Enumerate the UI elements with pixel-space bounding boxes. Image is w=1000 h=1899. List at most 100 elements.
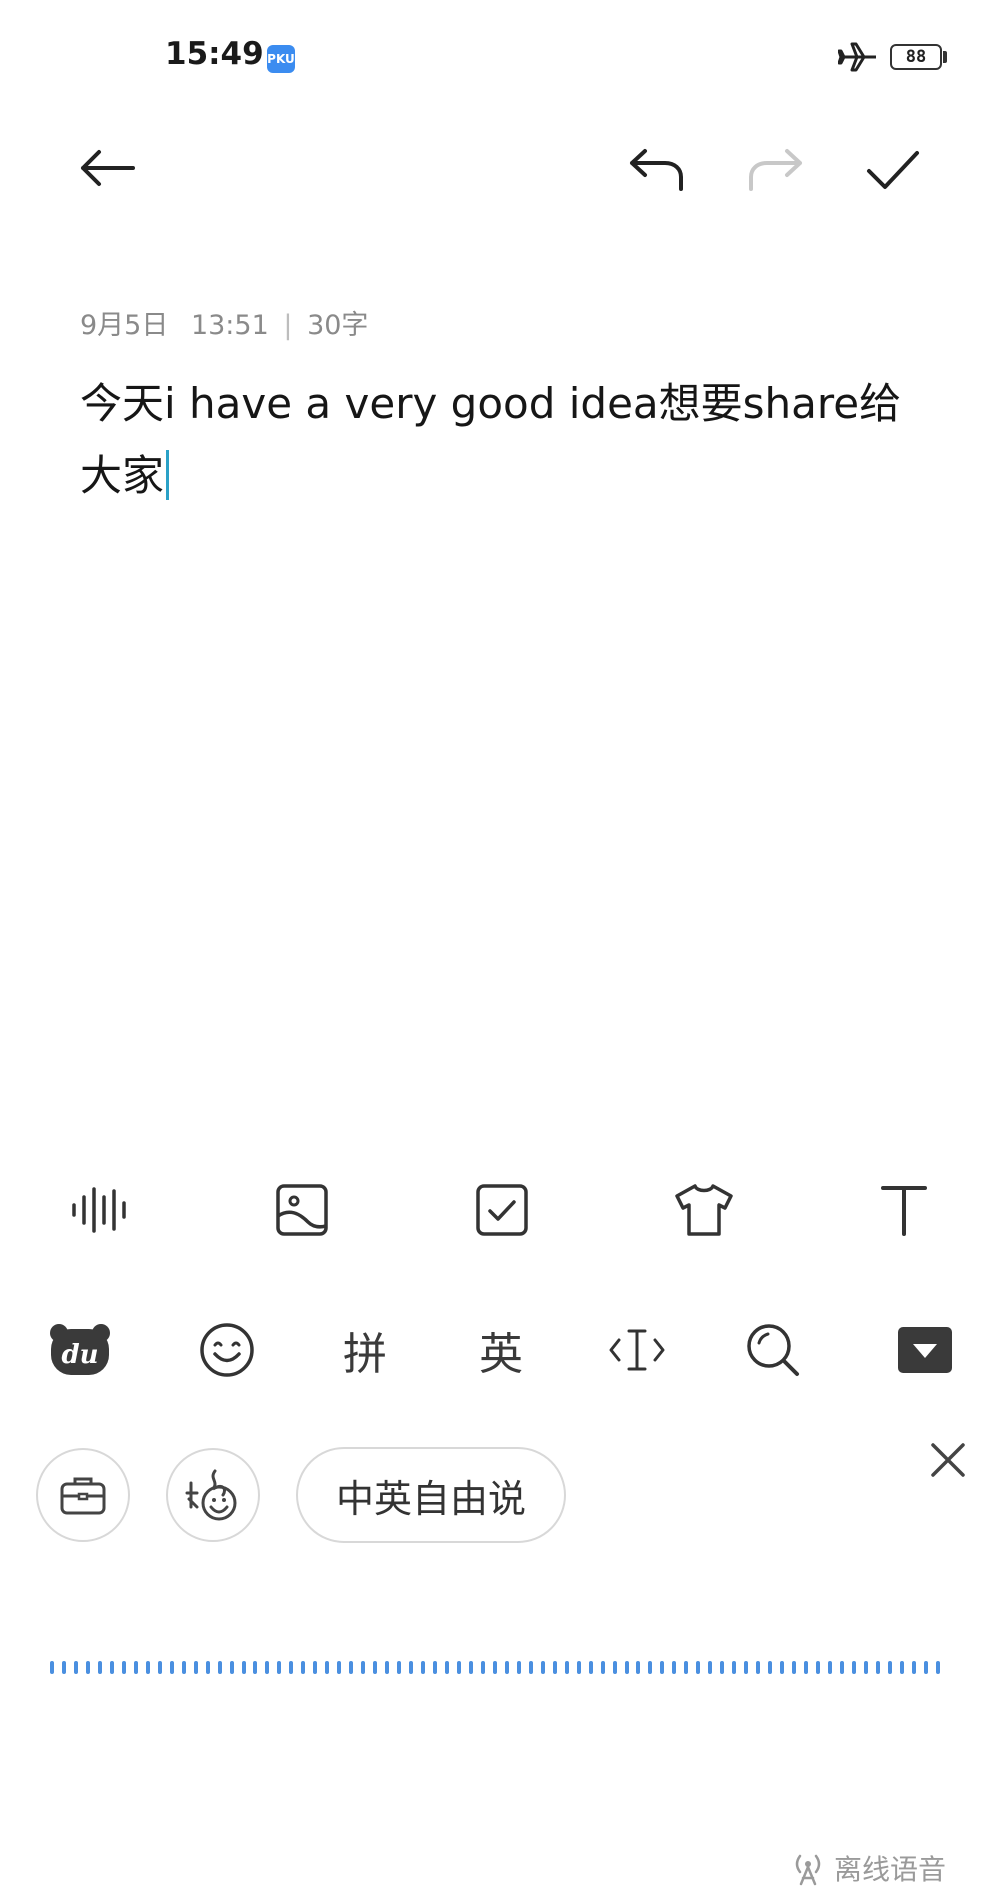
hide-keyboard-button[interactable] bbox=[880, 1305, 970, 1395]
wave-dot bbox=[648, 1660, 653, 1674]
wave-dot bbox=[373, 1660, 378, 1674]
wave-dot bbox=[528, 1660, 533, 1674]
mixed-language-mode-button[interactable]: 中英自由说 bbox=[296, 1447, 566, 1543]
wave-dot bbox=[337, 1660, 342, 1674]
cursor-move-icon bbox=[609, 1329, 665, 1371]
wave-dot bbox=[181, 1660, 186, 1674]
wave-dot bbox=[133, 1660, 138, 1674]
wave-dot bbox=[241, 1660, 246, 1674]
note-char-count: 30字 bbox=[307, 310, 369, 341]
wave-dot bbox=[409, 1660, 414, 1674]
theme-shirt-icon bbox=[675, 1184, 733, 1236]
redo-button[interactable] bbox=[740, 135, 810, 205]
wave-dot bbox=[50, 1660, 54, 1674]
note-meta: 9月5日 13:51 | 30字 bbox=[80, 303, 368, 342]
note-time: 13:51 bbox=[190, 310, 269, 341]
signal-tower-icon bbox=[795, 1854, 821, 1886]
offline-voice-indicator: 离线语音 bbox=[790, 1848, 946, 1888]
wave-dot bbox=[301, 1660, 306, 1674]
wave-dot bbox=[325, 1660, 330, 1674]
wave-dot bbox=[851, 1660, 856, 1674]
done-button[interactable] bbox=[858, 135, 928, 205]
dialect-button[interactable] bbox=[166, 1448, 260, 1542]
wave-dot bbox=[636, 1660, 641, 1674]
character-avatar-icon bbox=[185, 1469, 237, 1521]
wave-dot bbox=[887, 1660, 892, 1674]
wave-dot bbox=[109, 1660, 114, 1674]
wave-dot bbox=[792, 1660, 797, 1674]
wave-dot bbox=[696, 1660, 701, 1674]
note-date: 9月5日 bbox=[80, 310, 169, 341]
cursor-move-button[interactable] bbox=[592, 1305, 682, 1395]
wave-dot bbox=[313, 1660, 318, 1674]
wave-dot bbox=[744, 1660, 749, 1674]
wave-dot bbox=[768, 1660, 773, 1674]
wave-dot bbox=[61, 1660, 66, 1674]
wave-dot bbox=[504, 1660, 509, 1674]
wave-dot bbox=[660, 1660, 665, 1674]
wave-dot bbox=[899, 1660, 904, 1674]
text-caret bbox=[166, 450, 170, 500]
wave-dot bbox=[145, 1660, 150, 1674]
voice-wave-indicator bbox=[50, 1660, 940, 1674]
text-format-button[interactable] bbox=[864, 1170, 944, 1250]
wave-dot bbox=[492, 1660, 497, 1674]
insert-checklist-button[interactable] bbox=[462, 1170, 542, 1250]
search-button[interactable] bbox=[728, 1305, 818, 1395]
note-editor[interactable]: 今天i have a very good idea想要share给大家 bbox=[80, 368, 940, 512]
wave-dot bbox=[935, 1660, 940, 1674]
status-time: 15:49 bbox=[165, 36, 264, 72]
meta-separator: | bbox=[283, 310, 293, 341]
wave-dot bbox=[169, 1660, 174, 1674]
wave-dot bbox=[540, 1660, 545, 1674]
wave-dot bbox=[911, 1660, 916, 1674]
voice-input-button[interactable] bbox=[60, 1170, 140, 1250]
undo-button[interactable] bbox=[622, 135, 692, 205]
wave-dot bbox=[349, 1660, 354, 1674]
wave-dot bbox=[229, 1660, 234, 1674]
wave-dot bbox=[289, 1660, 294, 1674]
wave-dot bbox=[875, 1660, 880, 1674]
wave-dot bbox=[576, 1660, 581, 1674]
app-notification-icon: PKU bbox=[267, 45, 295, 73]
pinyin-key[interactable]: 拼 bbox=[320, 1305, 410, 1395]
wave-dot bbox=[720, 1660, 725, 1674]
wave-dot bbox=[588, 1660, 593, 1674]
hide-keyboard-icon bbox=[898, 1327, 952, 1373]
toolbox-button[interactable] bbox=[36, 1448, 130, 1542]
english-key[interactable]: 英 bbox=[456, 1305, 546, 1395]
wave-dot bbox=[97, 1660, 102, 1674]
wave-dot bbox=[564, 1660, 569, 1674]
insert-image-button[interactable] bbox=[262, 1170, 342, 1250]
svg-text:du: du bbox=[61, 1340, 98, 1370]
wave-dot bbox=[217, 1660, 222, 1674]
checkmark-icon bbox=[867, 151, 919, 189]
wave-dot bbox=[708, 1660, 713, 1674]
wave-dot bbox=[121, 1660, 126, 1674]
close-voice-panel-button[interactable] bbox=[918, 1430, 978, 1490]
note-text: 今天i have a very good idea想要share给大家 bbox=[80, 379, 902, 500]
wave-dot bbox=[73, 1660, 78, 1674]
wave-dot bbox=[444, 1660, 449, 1674]
wave-dot bbox=[612, 1660, 617, 1674]
wave-dot bbox=[624, 1660, 629, 1674]
wave-dot bbox=[193, 1660, 198, 1674]
theme-button[interactable] bbox=[664, 1170, 744, 1250]
airplane-mode-icon bbox=[838, 42, 876, 72]
emoji-button[interactable] bbox=[182, 1305, 272, 1395]
ime-logo-button[interactable]: du bbox=[35, 1305, 125, 1395]
back-button[interactable] bbox=[72, 133, 142, 203]
wave-dot bbox=[205, 1660, 210, 1674]
wave-dot bbox=[385, 1660, 390, 1674]
wave-dot bbox=[827, 1660, 832, 1674]
wave-dot bbox=[421, 1660, 426, 1674]
wave-dot bbox=[157, 1660, 162, 1674]
wave-dot bbox=[923, 1660, 928, 1674]
close-icon bbox=[931, 1443, 965, 1477]
wave-dot bbox=[552, 1660, 557, 1674]
back-arrow-icon bbox=[81, 150, 135, 186]
wave-dot bbox=[480, 1660, 485, 1674]
emoji-icon bbox=[200, 1323, 254, 1377]
wave-dot bbox=[732, 1660, 737, 1674]
wave-dot bbox=[804, 1660, 809, 1674]
